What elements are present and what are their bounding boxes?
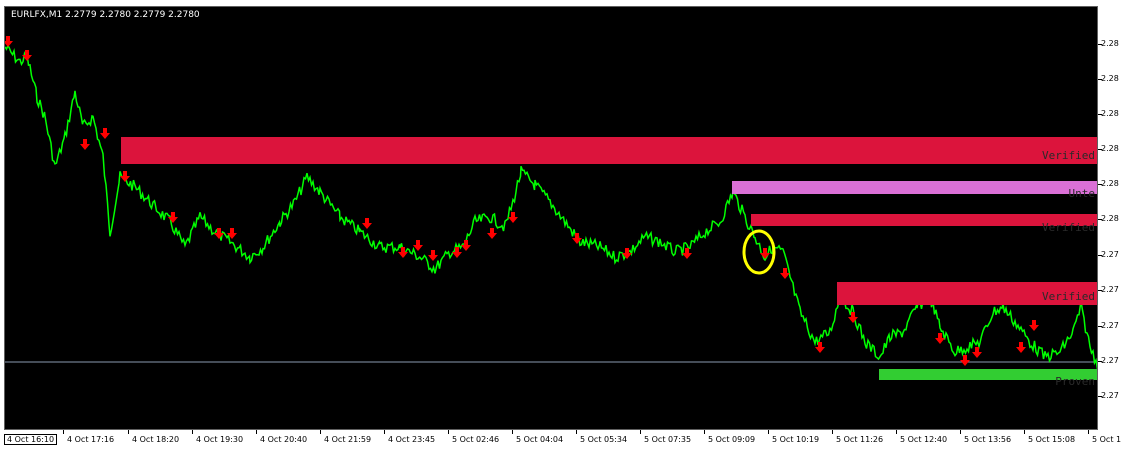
time-axis-label: 5 Oct 07:35 <box>644 435 692 444</box>
sell-arrow-icon <box>398 247 408 258</box>
zone-proven[interactable]: Proven <box>879 369 1097 388</box>
zone-label: Verified <box>1042 290 1095 303</box>
time-axis-tick <box>768 430 769 434</box>
time-axis-label: 5 Oct 12:40 <box>900 435 948 444</box>
price-axis-label: 2.27 <box>1101 285 1119 294</box>
time-axis-tick <box>448 430 449 434</box>
sell-arrow-icon <box>487 228 497 239</box>
zone-label: Unte <box>1068 187 1096 200</box>
highlight-circle <box>742 229 776 275</box>
zone-label: Verified <box>1042 149 1095 162</box>
time-axis-tick <box>576 430 577 434</box>
zone-untested[interactable]: Unte <box>732 181 1097 200</box>
price-axis-label: 2.28 <box>1101 144 1119 153</box>
time-axis-label: 4 Oct 23:45 <box>388 435 436 444</box>
price-axis-label: 2.28 <box>1101 109 1119 118</box>
sell-arrow-icon <box>168 212 178 223</box>
price-axis-label: 2.27 <box>1101 356 1119 365</box>
time-axis-tick <box>63 430 64 434</box>
price-axis-label: 2.28 <box>1101 74 1119 83</box>
zone-verified-2[interactable]: Verified <box>751 214 1097 234</box>
price-axis[interactable]: 2.28 2.28 2.28 2.28 2.28 2.28 2.27 2.27 2.27 2.27… <box>1098 6 1122 430</box>
time-axis-label: 4 Oct 18:20 <box>132 435 180 444</box>
time-axis-label: 5 Oct 04:04 <box>516 435 564 444</box>
price-axis-label: 2.28 <box>1101 214 1119 223</box>
time-axis-tick <box>512 430 513 434</box>
price-chart-area[interactable]: Verified Unte Verified Verified Proven E… <box>4 6 1098 430</box>
price-axis-label: 2.27 <box>1101 321 1119 330</box>
time-axis-tick <box>704 430 705 434</box>
time-axis-label: 5 Oct 09:09 <box>708 435 756 444</box>
zone-label: Proven <box>1055 375 1095 388</box>
zone-verified-1[interactable]: Verified <box>121 137 1097 164</box>
time-axis-label: 5 Oct 1 <box>1092 435 1122 444</box>
time-axis-label: 4 Oct 21:59 <box>324 435 372 444</box>
sell-arrow-icon <box>428 250 438 261</box>
time-axis-tick <box>1024 430 1025 434</box>
price-line <box>5 43 1097 372</box>
time-axis-label: 4 Oct 20:40 <box>260 435 308 444</box>
price-axis-label: 2.28 <box>1101 179 1119 188</box>
sell-arrow-icon <box>461 240 471 251</box>
sell-arrow-icon <box>815 342 825 353</box>
time-axis-tick <box>320 430 321 434</box>
sell-arrow-icon <box>80 139 90 150</box>
time-axis-label: 5 Oct 13:56 <box>964 435 1012 444</box>
zone-label: Verified <box>1042 221 1095 234</box>
price-axis-label: 2.27 <box>1101 250 1119 259</box>
time-axis-tick <box>256 430 257 434</box>
sell-arrow-icon <box>5 36 13 47</box>
time-axis-tick <box>1088 430 1089 434</box>
sell-arrow-icon <box>1029 320 1039 331</box>
sell-arrow-icon <box>214 228 224 239</box>
zone-verified-3[interactable]: Verified <box>837 282 1097 305</box>
sell-arrows <box>5 36 1039 366</box>
sell-arrow-icon <box>960 355 970 366</box>
sell-arrow-icon <box>1016 342 1026 353</box>
time-axis-tick <box>832 430 833 434</box>
time-axis-tick <box>640 430 641 434</box>
sell-arrow-icon <box>362 218 372 229</box>
sell-arrow-icon <box>972 347 982 358</box>
time-axis-label: 5 Oct 15:08 <box>1028 435 1076 444</box>
chart-window[interactable]: Verified Unte Verified Verified Proven E… <box>0 0 1122 454</box>
time-axis-label: 5 Oct 11:26 <box>836 435 884 444</box>
price-axis-label: 2.28 <box>1101 39 1119 48</box>
symbol-info: EURLFX,M1 2.2779 2.2780 2.2779 2.2780 <box>11 10 200 20</box>
time-axis-tick <box>960 430 961 434</box>
time-axis-label: 5 Oct 05:34 <box>580 435 628 444</box>
sell-arrow-icon <box>120 171 130 182</box>
sell-arrow-icon <box>508 212 518 223</box>
time-axis-label: 5 Oct 02:46 <box>452 435 500 444</box>
time-axis-label: 5 Oct 10:19 <box>772 435 820 444</box>
time-axis[interactable]: 4 Oct 16:10 4 Oct 17:16 4 Oct 18:20 4 Oct … <box>0 430 1122 454</box>
time-axis-label: 4 Oct 19:30 <box>196 435 244 444</box>
sell-arrow-icon <box>413 240 423 251</box>
time-axis-tick <box>896 430 897 434</box>
time-axis-tick <box>192 430 193 434</box>
time-axis-first-label: 4 Oct 16:10 <box>4 434 58 445</box>
sell-arrow-icon <box>100 128 110 139</box>
time-axis-tick <box>128 430 129 434</box>
price-axis-label: 2.27 <box>1101 391 1119 400</box>
time-axis-tick <box>384 430 385 434</box>
time-axis-label: 4 Oct 17:16 <box>67 435 115 444</box>
